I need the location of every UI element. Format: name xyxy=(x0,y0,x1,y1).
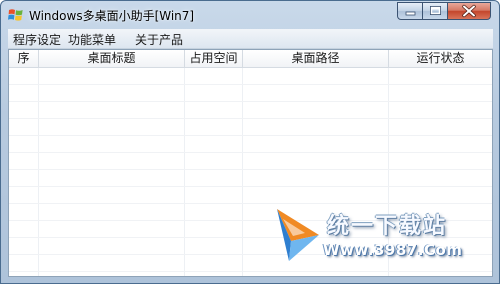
menu-functions[interactable]: 功能菜单 xyxy=(66,31,118,48)
download-site-logo-icon xyxy=(277,209,319,261)
windows-flag-icon xyxy=(8,7,24,23)
menu-bar: 程序设定 功能菜单 关于产品 xyxy=(8,29,493,49)
list-header: 序 桌面标题 占用空间 桌面路径 运行状态 xyxy=(9,50,492,68)
menu-program-settings[interactable]: 程序设定 xyxy=(11,31,63,48)
column-header-run-status[interactable]: 运行状态 xyxy=(389,50,492,67)
column-header-desktop-path[interactable]: 桌面路径 xyxy=(243,50,389,67)
watermark-url: Www.3987.Com xyxy=(323,241,463,259)
maximize-icon xyxy=(430,6,441,15)
minimize-icon xyxy=(405,11,416,16)
window-title: Windows多桌面小助手[Win7] xyxy=(29,9,195,23)
title-bar[interactable]: Windows多桌面小助手[Win7] xyxy=(1,1,499,31)
column-header-space-used[interactable]: 占用空间 xyxy=(185,50,243,67)
close-button[interactable] xyxy=(447,2,491,20)
column-header-desktop-title[interactable]: 桌面标题 xyxy=(39,50,185,67)
watermark-brand: 统一下载站 xyxy=(327,214,448,239)
column-header-index[interactable]: 序 xyxy=(9,50,39,67)
minimize-button[interactable] xyxy=(397,2,423,20)
app-window: Windows多桌面小助手[Win7] 程序设定 功能菜单 关于产品 序 桌面标… xyxy=(0,0,500,284)
menu-about-product[interactable]: 关于产品 xyxy=(133,31,185,48)
maximize-button[interactable] xyxy=(422,2,448,20)
watermark: 统一下载站 Www.3987.Com xyxy=(275,197,495,279)
close-icon xyxy=(462,4,476,18)
